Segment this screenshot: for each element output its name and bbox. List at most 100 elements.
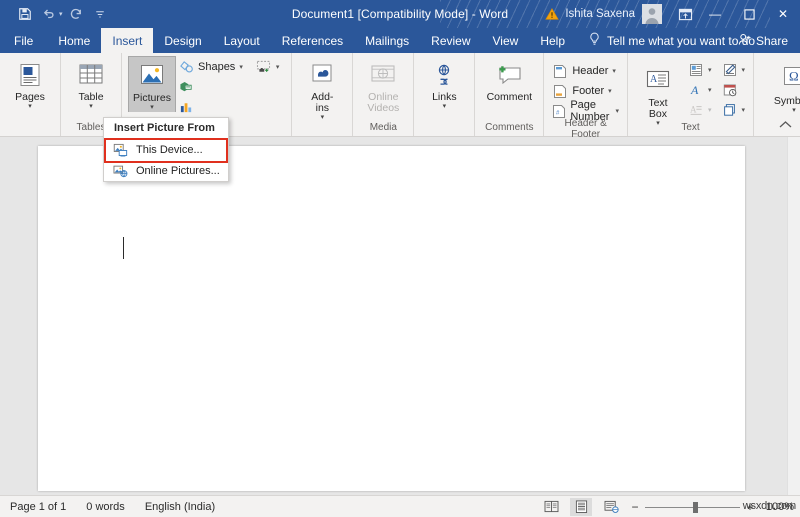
tab-layout[interactable]: Layout <box>213 28 271 53</box>
date-time-icon[interactable] <box>722 82 738 98</box>
svg-text:A: A <box>690 105 697 115</box>
maximize-restore-button[interactable] <box>732 0 766 28</box>
ribbon-group-label-symbols <box>766 133 800 136</box>
save-icon[interactable] <box>14 3 36 25</box>
vertical-scrollbar[interactable] <box>787 137 800 495</box>
chevron-down-icon[interactable]: ▾ <box>321 114 325 122</box>
signature-line-icon[interactable] <box>722 62 738 78</box>
menu-item-online-pictures[interactable]: Online Pictures... <box>104 160 228 181</box>
comment-label: Comment <box>486 91 533 103</box>
comment-button[interactable]: Comment <box>481 56 537 103</box>
chevron-down-icon[interactable]: ▾ <box>150 104 154 112</box>
tell-me-box[interactable]: Tell me what you want to do <box>576 28 755 53</box>
chevron-down-icon[interactable]: ▾ <box>742 106 746 114</box>
chevron-down-icon[interactable]: ▾ <box>28 103 32 111</box>
pictures-label: Pictures <box>133 92 171 104</box>
word-count[interactable]: 0 words <box>86 501 125 513</box>
collapse-ribbon-button[interactable] <box>779 120 792 132</box>
chevron-down-icon[interactable]: ▾ <box>742 66 746 74</box>
chevron-down-icon[interactable]: ▾ <box>708 66 712 74</box>
pages-button[interactable]: Pages ▾ <box>6 56 54 111</box>
zoom-slider[interactable] <box>645 501 740 513</box>
ribbon-group-add-ins: Add- ins ▾ <box>291 53 352 136</box>
this-device-icon <box>112 142 128 158</box>
tab-review[interactable]: Review <box>420 28 481 53</box>
chevron-down-icon[interactable]: ▾ <box>612 67 616 75</box>
chevron-down-icon[interactable]: ▾ <box>443 103 447 111</box>
table-button[interactable]: Table ▾ <box>67 56 115 111</box>
read-mode-icon[interactable] <box>540 498 562 516</box>
page-number-icon: # <box>552 103 566 119</box>
chevron-down-icon[interactable]: ▾ <box>708 106 712 114</box>
online-videos-button[interactable]: Online Videos <box>359 56 407 114</box>
account-name[interactable]: Ishita Saxena <box>565 8 635 20</box>
ribbon-group-label-add-ins <box>298 133 346 136</box>
svg-text:Ω: Ω <box>789 69 799 84</box>
tab-design[interactable]: Design <box>153 28 212 53</box>
text-box-icon: A <box>644 65 672 97</box>
insert-picture-menu-header: Insert Picture From <box>114 122 215 134</box>
pictures-button[interactable]: Pictures ▾ <box>128 56 176 112</box>
shapes-button[interactable]: Shapes ▾ ▾ <box>176 57 281 77</box>
tab-home[interactable]: Home <box>47 28 101 53</box>
print-layout-icon[interactable] <box>570 497 592 516</box>
undo-icon[interactable] <box>38 3 60 25</box>
chevron-down-icon[interactable]: ▾ <box>708 86 712 94</box>
links-button[interactable]: Links ▾ <box>420 56 468 111</box>
warning-triangle-icon[interactable] <box>545 7 560 21</box>
undo-dropdown-icon[interactable]: ▾ <box>59 10 63 18</box>
tab-help[interactable]: Help <box>529 28 576 53</box>
page-info[interactable]: Page 1 of 1 <box>10 501 66 513</box>
object-icon[interactable] <box>722 102 738 118</box>
tab-mailings[interactable]: Mailings <box>354 28 420 53</box>
quick-parts-button[interactable]: ▾ ▾ <box>686 60 747 80</box>
zoom-out-button[interactable]: − <box>630 500 640 514</box>
symbols-label: Symbols <box>773 95 800 107</box>
symbols-button[interactable]: Ω Symbols ▾ <box>766 60 800 115</box>
pages-icon <box>17 59 43 91</box>
table-icon <box>77 59 105 91</box>
footer-label: Footer <box>572 85 605 97</box>
zoom-slider-thumb[interactable] <box>693 501 698 513</box>
language-indicator[interactable]: English (India) <box>145 501 215 513</box>
online-video-icon <box>369 59 397 91</box>
drop-cap-button[interactable]: A ▾ ▾ <box>686 100 747 120</box>
chevron-down-icon[interactable]: ▾ <box>615 107 619 115</box>
ribbon-group-text: A Text Box ▾ ▾ ▾ A ▾ A ▾ ▾ Text <box>626 53 753 136</box>
text-box-button[interactable]: A Text Box ▾ <box>634 62 682 128</box>
menu-item-this-device[interactable]: This Device... <box>104 139 228 160</box>
chevron-down-icon[interactable]: ▾ <box>276 63 280 71</box>
title-bar-right: Ishita Saxena — ✕ <box>545 0 800 28</box>
account-avatar-icon[interactable] <box>642 4 662 24</box>
tab-view[interactable]: View <box>482 28 530 53</box>
icons-button[interactable] <box>176 77 281 97</box>
document-page[interactable] <box>38 146 745 491</box>
web-layout-icon[interactable] <box>600 498 622 516</box>
menu-item-label-online-pictures: Online Pictures... <box>136 164 220 177</box>
redo-icon[interactable] <box>65 3 87 25</box>
chevron-down-icon[interactable]: ▾ <box>239 63 243 71</box>
share-person-icon <box>738 33 752 49</box>
svg-text:A: A <box>650 74 658 85</box>
ribbon-group-label-links <box>420 133 468 136</box>
footer-button[interactable]: Footer ▾ <box>550 81 621 101</box>
share-button[interactable]: Share <box>738 28 788 53</box>
chevron-down-icon[interactable]: ▾ <box>792 107 796 115</box>
screenshot-icon[interactable] <box>256 59 272 75</box>
minimize-button[interactable]: — <box>698 0 732 28</box>
chevron-down-icon[interactable]: ▾ <box>608 87 612 95</box>
add-ins-button[interactable]: Add- ins ▾ <box>298 56 346 122</box>
customize-qat-icon[interactable] <box>89 3 111 25</box>
header-button[interactable]: Header ▾ <box>550 61 621 81</box>
ribbon-display-options-icon[interactable] <box>672 0 698 28</box>
wordart-button[interactable]: A ▾ <box>686 80 747 100</box>
close-button[interactable]: ✕ <box>766 0 800 28</box>
ribbon-group-label-comments: Comments <box>485 122 534 133</box>
tab-insert[interactable]: Insert <box>101 28 154 53</box>
tab-file[interactable]: File <box>0 28 47 53</box>
chart-button[interactable] <box>176 97 281 117</box>
chevron-down-icon[interactable]: ▾ <box>89 103 93 111</box>
status-bar-left: Page 1 of 1 0 words English (India) <box>0 501 215 513</box>
ribbon-group-symbols: Ω Symbols ▾ <box>753 53 800 136</box>
tab-references[interactable]: References <box>271 28 354 53</box>
